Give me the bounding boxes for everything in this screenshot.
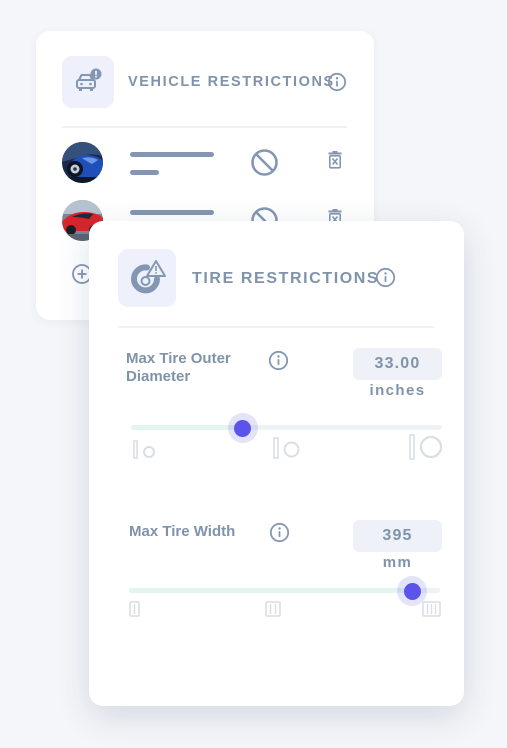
vehicle-avatar-blue-car (62, 142, 103, 183)
tire-restrictions-title: TIRE RESTRICTIONS (192, 270, 380, 287)
width-slider[interactable] (129, 576, 440, 606)
diameter-value-field[interactable]: 33.00 (353, 348, 442, 380)
info-icon[interactable] (268, 350, 289, 376)
width-unit-label: mm (382, 554, 413, 571)
vehicle-restrictions-title: VEHICLE RESTRICTIONS (128, 74, 335, 90)
divider (118, 326, 434, 328)
trash-icon[interactable] (328, 151, 342, 174)
info-icon[interactable] (327, 72, 347, 97)
diameter-slider-fill (131, 425, 243, 430)
info-icon[interactable] (375, 267, 396, 293)
max-tire-width-label: Max Tire Width (129, 523, 236, 540)
vehicle-alert-icon (62, 56, 114, 108)
tire-large-icon (409, 434, 443, 466)
tire-small-icon (133, 440, 157, 465)
diameter-unit-label: inches (369, 382, 426, 399)
vehicle-name-placeholder (130, 152, 214, 157)
diameter-slider-thumb[interactable] (227, 413, 258, 443)
tire-medium-icon (273, 437, 301, 465)
tread-medium-icon (265, 601, 281, 622)
vehicle-detail-placeholder (130, 170, 159, 175)
diameter-slider[interactable] (131, 413, 442, 443)
tread-narrow-icon (129, 601, 140, 622)
width-slider-fill (129, 588, 412, 593)
max-tire-diameter-label: Max Tire Outer Diameter (126, 350, 231, 385)
tire-restrictions-card: TIRE RESTRICTIONS Max Tire Outer Diamete… (89, 221, 464, 706)
divider (62, 126, 347, 128)
width-value-field[interactable]: 395 (353, 520, 442, 552)
tire-alert-icon (118, 249, 176, 307)
tread-wide-icon (422, 601, 441, 622)
vehicle-row (62, 142, 352, 186)
vehicle-name-placeholder (130, 210, 214, 215)
info-icon[interactable] (269, 522, 290, 548)
ban-icon[interactable] (250, 148, 279, 182)
